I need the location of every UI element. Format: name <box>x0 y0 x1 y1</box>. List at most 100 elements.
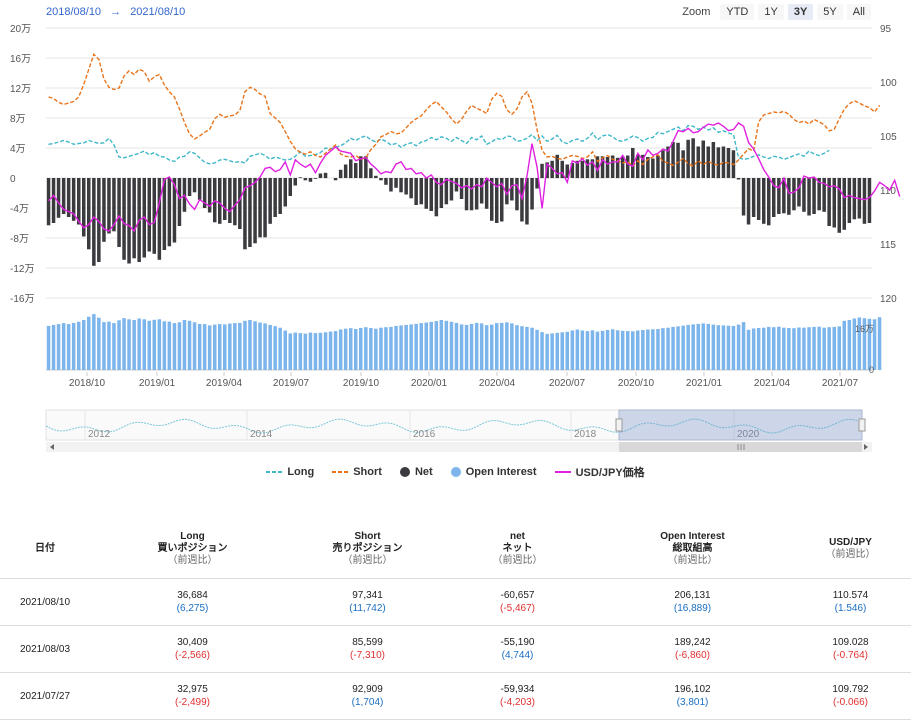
oi-bar <box>399 325 403 370</box>
dash-line-icon <box>332 471 349 473</box>
net-bar <box>837 178 841 233</box>
oi-bar <box>807 327 811 370</box>
oi-tick-label: 16万 <box>855 324 874 334</box>
cell-value: -55,190 <box>500 637 535 648</box>
net-bar <box>651 158 655 178</box>
cell-value: 189,242 <box>674 637 711 648</box>
net-bar <box>283 178 287 207</box>
cell-long: 30,409 (-2,566) <box>90 625 295 673</box>
legend-item-short[interactable]: Short <box>332 464 382 480</box>
header-line2: ネット <box>502 543 533 554</box>
legend-item-usdjpy[interactable]: USD/JPY価格 <box>554 464 645 480</box>
net-bar <box>429 178 433 211</box>
legend-item-net[interactable]: Net <box>399 464 433 480</box>
oi-bar <box>218 324 222 370</box>
net-bar <box>343 164 348 178</box>
oi-bar <box>641 330 645 370</box>
oi-bar <box>92 314 96 370</box>
oi-bar <box>469 323 474 370</box>
net-bar <box>484 178 489 209</box>
oi-bar <box>303 333 308 370</box>
net-bar <box>338 169 343 179</box>
cell-value: -59,934 <box>500 684 535 695</box>
oi-bar <box>359 328 363 370</box>
cell-change: (16,889) <box>673 603 712 614</box>
oi-bar <box>484 325 489 370</box>
oi-bar <box>308 332 313 370</box>
header-date-label: 日付 <box>35 543 55 554</box>
oi-bar <box>349 328 353 370</box>
header-line2: 総取組高 <box>672 543 713 554</box>
legend-label: Open Interest <box>465 466 537 478</box>
oi-bar <box>580 330 585 370</box>
oi-bar <box>419 323 423 370</box>
legend-item-open-interest[interactable]: Open Interest <box>450 464 537 480</box>
net-bars <box>46 138 872 266</box>
oi-bar <box>258 322 262 370</box>
oi-bar <box>187 320 192 370</box>
cell-date: 2021/07/27 <box>0 672 90 720</box>
net-bar <box>92 178 96 266</box>
x-tick-label: 2019/10 <box>343 378 380 389</box>
cell-value: -60,657 <box>500 590 535 601</box>
cell-change: (-0.066) <box>832 697 868 708</box>
cell-value: 97,341 <box>352 590 383 601</box>
oi-bar <box>585 331 590 370</box>
net-bar <box>399 178 403 193</box>
right-tick-label: 95 <box>880 24 892 35</box>
oi-bar <box>298 333 303 370</box>
header-line3: （前週比） <box>167 555 218 566</box>
oi-bar <box>479 323 484 370</box>
net-bar <box>132 178 136 259</box>
net-bar <box>349 159 353 179</box>
net-bar <box>384 178 388 185</box>
oi-bar <box>313 333 318 370</box>
oi-bar <box>620 330 625 370</box>
net-bar <box>756 178 761 220</box>
net-bar <box>293 178 297 186</box>
cell-change: (4,744) <box>501 650 534 661</box>
net-bar <box>424 178 428 209</box>
net-bar <box>812 178 816 214</box>
oi-bar <box>182 320 187 370</box>
oi-bar <box>414 323 418 370</box>
net-bar <box>409 178 413 199</box>
table-row: 2021/08/10 36,684 (6,275) 97,341 (11,742) -60… <box>0 578 911 626</box>
net-bar <box>404 178 408 195</box>
oi-bar <box>575 329 580 370</box>
net-bar <box>479 178 484 204</box>
oi-bar <box>741 322 746 370</box>
net-bar <box>656 155 660 178</box>
right-tick-label: 115 <box>880 240 896 251</box>
cell-change: (3,801) <box>676 697 709 708</box>
x-tick-label: 2020/07 <box>549 378 586 389</box>
table-header-row: 日付 Long 買いポジション （前週比） Short 売りポジション （前週比… <box>0 520 911 579</box>
oi-bar <box>409 324 413 370</box>
oi-bar <box>464 324 469 370</box>
header-line3: （前週比） <box>492 555 543 566</box>
legend-item-long[interactable]: Long <box>266 464 314 480</box>
oi-bar <box>243 320 247 370</box>
header-line3: （前週比） <box>667 555 718 566</box>
header-line1: USD/JPY <box>829 537 872 548</box>
net-bar <box>474 178 479 210</box>
navigator-tick-label: 2012 <box>88 429 111 440</box>
legend: Long Short Net Open Interest USD/JPY価格 <box>0 464 911 480</box>
net-bar <box>711 142 716 178</box>
x-tick-label: 2020/04 <box>479 378 516 389</box>
cell-fx: 110.574 (1.546) <box>790 578 911 626</box>
net-bar <box>51 178 56 223</box>
cell-value: 109.792 <box>832 684 869 695</box>
net-bar <box>444 178 449 205</box>
header-line1: net <box>510 531 525 542</box>
legend-label: Net <box>414 466 433 478</box>
net-bar <box>681 150 685 179</box>
oi-bar <box>877 317 882 370</box>
net-bar <box>797 178 801 207</box>
oi-bar <box>238 322 242 370</box>
navigator[interactable]: 20122014201620182020 <box>45 409 872 452</box>
oi-bar <box>550 333 554 370</box>
net-bar <box>288 178 292 196</box>
cell-short: 85,599 (-7,310) <box>295 625 440 673</box>
oi-bar <box>137 318 141 370</box>
